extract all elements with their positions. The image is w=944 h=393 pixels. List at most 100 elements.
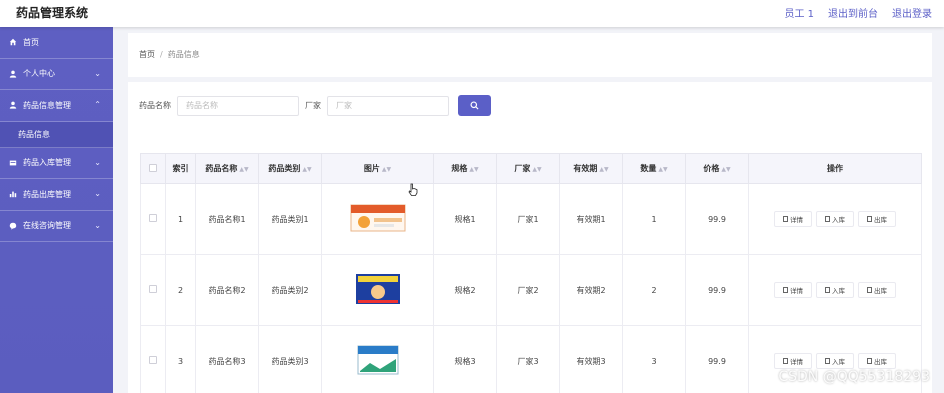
chevron-down-icon: ⌄ [94,68,101,78]
sidebar-item-label: 在线咨询管理 [23,221,71,231]
sidebar-item-stock-in-mgmt[interactable]: 药品入库管理 ⌄ [0,148,113,179]
sort-icon[interactable]: ▲▼ [721,166,730,173]
select-all-cell[interactable] [140,153,166,184]
document-icon [783,216,788,222]
detail-button[interactable]: 详情 [774,211,812,227]
sort-icon[interactable]: ▲▼ [658,166,667,173]
hand-cursor-icon [408,183,418,196]
drug-table: 索引 药品名称 ▲▼ 药品类别 ▲▼ 图片 ▲▼ 规格 ▲▼ 厂家 ▲▼ 有效期 ▲▼ 数量… [140,153,922,393]
stock-out-button[interactable]: 出库 [858,282,896,298]
sidebar-item-consult-mgmt[interactable]: 在线咨询管理 ⌄ [0,211,113,242]
cell-maker: 厂家2 [496,254,560,326]
stock-in-button[interactable]: 入库 [816,282,854,298]
sidebar-item-profile[interactable]: 个人中心 ⌄ [0,59,113,90]
cell-actions: 详情 入库 出库 [748,254,922,326]
stock-in-button[interactable]: 入库 [816,353,854,369]
col-header-category[interactable]: 药品类别 ▲▼ [258,153,322,184]
cell-image [321,254,434,326]
sort-icon[interactable]: ▲▼ [302,166,311,173]
table-header-row: 索引 药品名称 ▲▼ 药品类别 ▲▼ 图片 ▲▼ 规格 ▲▼ 厂家 ▲▼ 有效期 ▲▼ 数量… [140,153,922,184]
detail-button[interactable]: 详情 [774,282,812,298]
cell-index: 3 [165,325,196,393]
sidebar-item-home[interactable]: 首页 [0,27,113,59]
detail-button[interactable]: 详情 [774,353,812,369]
sidebar-item-label: 药品信息管理 [23,100,71,110]
sidebar-item-drug-info-mgmt[interactable]: 药品信息管理 ⌃ [0,90,113,122]
logout-link[interactable]: 退出登录 [892,5,932,20]
cell-qty: 3 [622,325,686,393]
breadcrumb: 首页 / 药品信息 [139,49,200,60]
sidebar-item-stock-out-mgmt[interactable]: 药品出库管理 ⌄ [0,179,113,211]
drug-name-input[interactable]: 药品名称 [177,95,299,116]
stock-in-button[interactable]: 入库 [816,211,854,227]
drug-package-image [350,204,405,232]
document-icon [867,287,872,293]
drug-name-label: 药品名称 [139,101,171,110]
cell-category: 药品类别1 [258,183,322,255]
cell-image [321,325,434,393]
col-header-name[interactable]: 药品名称 ▲▼ [195,153,259,184]
back-to-frontend-link[interactable]: 退出到前台 [828,5,878,20]
col-header-price[interactable]: 价格 ▲▼ [685,153,749,184]
cell-spec: 规格2 [433,254,497,326]
cell-category: 药品类别2 [258,254,322,326]
sidebar-item-label: 药品信息 [18,129,50,139]
cell-category: 药品类别3 [258,325,322,393]
user-icon [9,101,17,109]
drug-package-image [357,345,398,375]
main-card: 药品名称 药品名称 厂家 厂家 索引 药品名称 ▲▼ 药品类别 ▲▼ 图片 ▲▼ 规格… [128,82,932,393]
col-header-expiry[interactable]: 有效期 ▲▼ [559,153,623,184]
row-checkbox[interactable] [149,285,157,293]
col-header-qty[interactable]: 数量 ▲▼ [622,153,686,184]
cell-index: 2 [165,254,196,326]
breadcrumb-home[interactable]: 首页 [139,50,155,59]
chevron-down-icon: ⌄ [94,189,101,198]
cell-spec: 规格1 [433,183,497,255]
breadcrumb-separator: / [160,50,163,59]
stock-out-button[interactable]: 出库 [858,211,896,227]
cell-qty: 1 [622,183,686,255]
sort-icon[interactable]: ▲▼ [382,166,391,173]
user-link[interactable]: 员工 1 [784,5,814,20]
inbox-icon [9,160,17,166]
watermark: CSDN @QQ55318293 [778,369,930,385]
maker-input[interactable]: 厂家 [327,95,449,116]
table-row: 2 药品名称2 药品类别2 规格2 厂家2 有效期2 2 99.9 详情 入库 … [140,254,922,326]
sort-icon[interactable]: ▲▼ [532,166,541,173]
row-checkbox[interactable] [149,356,157,364]
col-header-spec[interactable]: 规格 ▲▼ [433,153,497,184]
col-header-index: 索引 [165,153,196,184]
document-icon [825,287,830,293]
breadcrumb-card: 首页 / 药品信息 [128,33,932,77]
search-button[interactable] [458,95,491,116]
document-icon [867,358,872,364]
sort-icon[interactable]: ▲▼ [599,166,608,173]
col-header-image[interactable]: 图片 ▲▼ [321,153,434,184]
cell-name: 药品名称1 [195,183,259,255]
maker-label: 厂家 [305,101,321,110]
search-icon [470,101,479,110]
cell-expiry: 有效期3 [559,325,623,393]
document-icon [783,287,788,293]
row-checkbox[interactable] [149,214,157,222]
cell-qty: 2 [622,254,686,326]
cell-maker: 厂家3 [496,325,560,393]
col-header-actions: 操作 [748,153,922,184]
search-bar: 药品名称 药品名称 厂家 厂家 [139,95,491,116]
sidebar-item-label: 药品出库管理 [23,189,71,199]
cell-index: 1 [165,183,196,255]
top-links: 员工 1 退出到前台 退出登录 [784,5,932,20]
sidebar-subitem-drug-info[interactable]: 药品信息 [0,121,113,148]
sort-icon[interactable]: ▲▼ [469,166,478,173]
chevron-down-icon: ⌄ [94,220,101,230]
app-title: 药品管理系统 [16,6,89,20]
stock-out-button[interactable]: 出库 [858,353,896,369]
col-header-maker[interactable]: 厂家 ▲▼ [496,153,560,184]
bar-chart-icon [9,191,17,198]
cell-maker: 厂家1 [496,183,560,255]
table-row: 1 药品名称1 药品类别1 规格1 厂家1 有效期1 1 99.9 详情 入库 … [140,183,922,255]
sidebar: 首页 个人中心 ⌄ 药品信息管理 ⌃ 药品信息 药品入库管理 ⌄ 药品出库管理 … [0,27,113,393]
select-all-checkbox[interactable] [149,163,157,172]
sort-icon[interactable]: ▲▼ [239,166,248,173]
cell-name: 药品名称3 [195,325,259,393]
